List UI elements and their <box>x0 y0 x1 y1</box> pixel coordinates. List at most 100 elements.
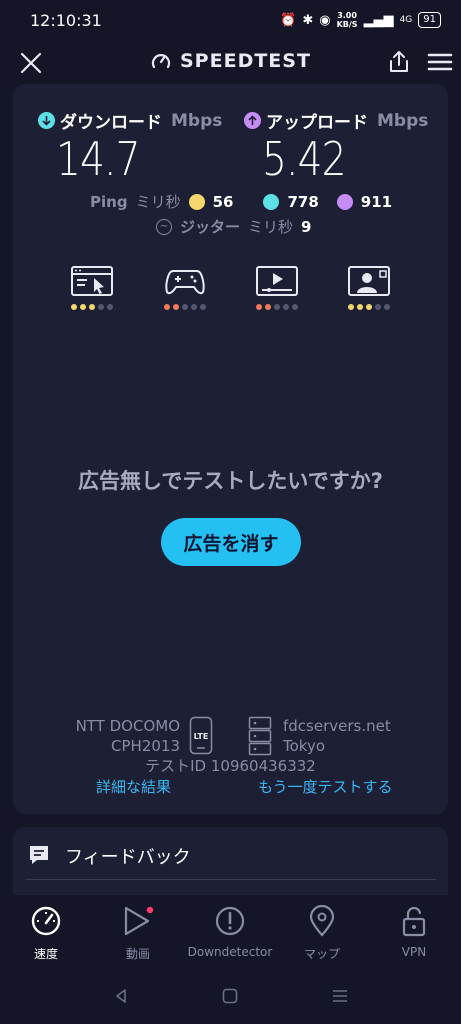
jitter-row: ~ ジッター ミリ秒 9 <box>156 216 311 237</box>
jitter-icon: ~ <box>156 218 172 235</box>
video-chat-icon <box>348 266 390 296</box>
quality-video-streaming[interactable] <box>252 265 302 310</box>
close-icon[interactable] <box>16 48 46 78</box>
nav-speed[interactable]: 速度 <box>0 905 92 962</box>
quality-dot <box>274 304 280 310</box>
alert-icon <box>215 906 245 936</box>
nav-downdetector-label: Downdetector <box>187 945 273 959</box>
provider-info: NTT DOCOMO CPH2013 <box>66 716 180 756</box>
connection-type: LTE <box>194 732 209 741</box>
jitter-value: 9 <box>301 217 312 236</box>
network-speed: 3.00 KB/S <box>336 11 358 29</box>
nav-video-label: 動画 <box>125 947 150 961</box>
feedback-title: フィードバック <box>65 847 191 868</box>
bottom-navigation: 速度 動画 Downdetector マップ VPN <box>0 895 461 975</box>
upload-arrow-icon <box>244 112 261 129</box>
quality-dots <box>256 304 298 310</box>
download-section: ダウンロード Mbps <box>38 108 222 133</box>
nav-vpn[interactable]: VPN <box>368 905 460 959</box>
system-navigation-bar <box>0 975 461 1024</box>
server-icon <box>248 716 272 756</box>
nav-vpn-label: VPN <box>401 945 427 959</box>
provider-name: NTT DOCOMO <box>75 717 180 735</box>
logo-text: SPEEDTEST <box>180 50 311 72</box>
share-icon[interactable] <box>385 48 413 76</box>
jitter-unit: ミリ秒 <box>248 218 294 236</box>
recents-icon[interactable] <box>331 987 349 1005</box>
status-icons: ⏰ ✱ ◉ 3.00 KB/S ▂▄▆ 4G 91 <box>280 11 441 29</box>
home-icon[interactable] <box>221 987 239 1005</box>
battery-indicator: 91 <box>418 12 441 28</box>
server-location: Tokyo <box>283 737 325 755</box>
test-id: テストID 10960436332 <box>145 757 316 775</box>
download-label: ダウンロード Mbps <box>38 108 222 133</box>
nav-downdetector[interactable]: Downdetector <box>184 905 276 959</box>
upload-value: 5.42 <box>262 132 347 186</box>
nav-video[interactable]: 動画 <box>92 905 184 962</box>
quality-dot <box>348 304 354 310</box>
app-header: SPEEDTEST <box>0 40 461 84</box>
quality-dot <box>71 304 77 310</box>
speedometer-icon <box>31 906 61 936</box>
server-host: fdcservers.net <box>283 717 391 735</box>
nav-map[interactable]: マップ <box>276 905 368 962</box>
quality-web-browsing[interactable] <box>67 265 117 310</box>
ping-label: Ping <box>90 192 128 211</box>
speedtest-logo-icon <box>151 54 171 69</box>
ping-download-value: 778 <box>287 192 319 211</box>
quality-dot <box>173 304 179 310</box>
ping-idle-icon <box>188 193 205 210</box>
ping-upload-value: 911 <box>360 192 393 211</box>
test-again-link[interactable]: もう一度テストする <box>258 776 393 797</box>
speedtest-logo: SPEEDTEST <box>150 50 311 72</box>
quality-dot <box>98 304 104 310</box>
bluetooth-icon: ✱ <box>302 12 314 28</box>
video-streaming-icon <box>256 266 298 296</box>
quality-dot <box>80 304 86 310</box>
quality-dots <box>164 304 206 310</box>
signal-icon: ▂▄▆ <box>363 12 394 28</box>
ping-download-icon <box>263 193 280 210</box>
ping-upload-icon <box>336 193 353 210</box>
quality-dot <box>265 304 271 310</box>
ping-unit: ミリ秒 <box>135 193 181 211</box>
quality-dot <box>89 304 95 310</box>
status-time: 12:10:31 <box>30 11 102 30</box>
ping-row: Ping ミリ秒 56 778 911 <box>90 191 392 212</box>
gaming-icon <box>165 270 205 295</box>
location-icon: ◉ <box>319 12 331 28</box>
upload-section: アップロード Mbps <box>244 108 428 133</box>
quality-dot <box>375 304 381 310</box>
device-name: CPH2013 <box>111 737 180 755</box>
remove-ads-button[interactable]: 広告を消す <box>161 518 301 566</box>
quality-dot <box>357 304 363 310</box>
map-pin-icon <box>309 905 335 937</box>
detailed-results-link[interactable]: 詳細な結果 <box>96 776 171 797</box>
lock-icon <box>402 906 426 937</box>
quality-dot <box>191 304 197 310</box>
quality-dot <box>384 304 390 310</box>
quality-dot <box>164 304 170 310</box>
nav-speed-label: 速度 <box>33 947 58 961</box>
quality-dot <box>182 304 188 310</box>
quality-dot <box>256 304 262 310</box>
hamburger-menu-icon[interactable] <box>425 48 455 76</box>
feedback-chat-icon <box>30 846 48 864</box>
back-icon[interactable] <box>112 987 130 1005</box>
upload-label: アップロード Mbps <box>244 108 428 133</box>
quality-dot <box>200 304 206 310</box>
play-icon <box>124 906 154 936</box>
quality-dot <box>366 304 372 310</box>
nav-map-label: マップ <box>303 947 340 961</box>
ping-idle-value: 56 <box>212 192 234 211</box>
quality-gaming[interactable] <box>160 265 210 310</box>
quality-dots <box>71 304 113 310</box>
status-bar: 12:10:31 ⏰ ✱ ◉ 3.00 KB/S ▂▄▆ 4G 91 <box>0 0 461 40</box>
quality-dot <box>107 304 113 310</box>
quality-dot <box>283 304 289 310</box>
notification-dot <box>146 906 154 914</box>
quality-dots <box>348 304 390 310</box>
phone-lte-icon: LTE <box>189 716 213 755</box>
quality-dot <box>292 304 298 310</box>
quality-video-chat[interactable] <box>344 265 394 310</box>
